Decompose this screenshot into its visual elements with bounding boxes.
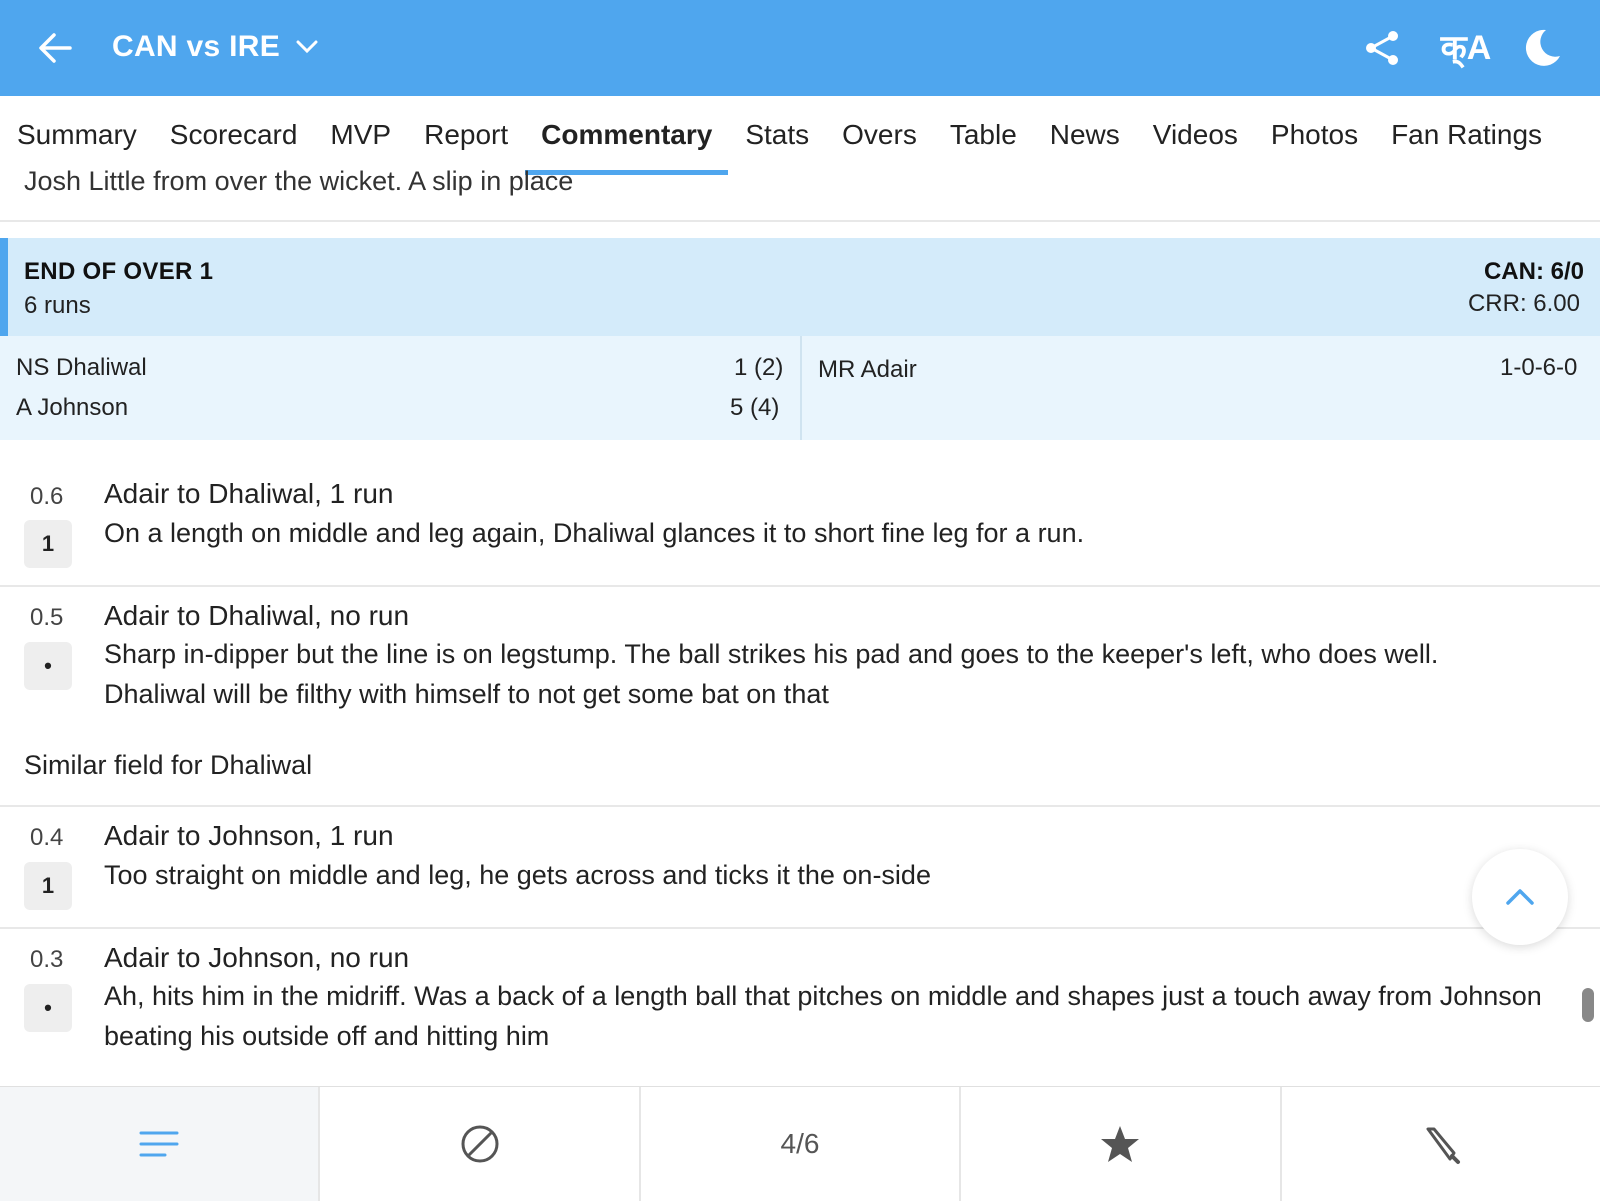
commentary-title: Adair to Dhaliwal, 1 run — [104, 478, 394, 509]
language-toggle-icon[interactable]: क्A — [1438, 22, 1494, 70]
star-icon — [1101, 1126, 1140, 1162]
scrollbar-thumb[interactable] — [1582, 988, 1594, 1022]
cricket-bat-icon — [1426, 1127, 1460, 1164]
commentary-text: Sharp in-dipper but the line is on legst… — [104, 639, 1439, 709]
ball-number: 0.6 — [30, 483, 64, 510]
cricket-ball-icon — [461, 1125, 499, 1163]
batter-name: NS Dhaliwal — [16, 354, 147, 381]
divider — [0, 585, 1600, 587]
top-app-bar: CAN vs IRE क्A — [0, 0, 1600, 96]
menu-lines-icon — [139, 1131, 179, 1157]
tab-commentary[interactable]: Commentary — [525, 119, 729, 175]
match-title: CAN vs IRE — [112, 30, 281, 63]
ball-result-badge: 1 — [24, 520, 72, 568]
chevron-down-icon — [296, 40, 318, 54]
divider — [0, 805, 1600, 807]
chevron-up-icon — [1506, 889, 1534, 905]
divider — [0, 927, 1600, 929]
ball-number: 0.5 — [30, 604, 64, 631]
commentary-text: Ah, hits him in the midriff. Was a back … — [104, 981, 1542, 1051]
batter-score: 5 (4) — [730, 394, 780, 421]
commentary-text: On a length on middle and leg again, Dha… — [104, 518, 1085, 548]
tab-stats[interactable]: Stats — [745, 119, 809, 151]
ball-result-badge: • — [24, 642, 72, 690]
tab-videos[interactable]: Videos — [1153, 119, 1238, 151]
match-tabs: Summary Scorecard MVP Report Commentary … — [0, 96, 1600, 175]
tab-fan-ratings[interactable]: Fan Ratings — [1391, 119, 1542, 151]
commentary-text: Too straight on middle and leg, he gets … — [104, 860, 931, 890]
ball-number: 0.3 — [30, 946, 64, 973]
ball-result-badge: 1 — [24, 862, 72, 910]
share-icon[interactable] — [1358, 24, 1406, 72]
tab-summary[interactable]: Summary — [17, 119, 137, 151]
tab-scorecard[interactable]: Scorecard — [170, 119, 298, 151]
page-count[interactable]: 4/6 — [641, 1087, 962, 1201]
bottom-toolbar: 4/6 — [0, 1086, 1600, 1201]
tab-report[interactable]: Report — [424, 119, 508, 151]
bowler-name: MR Adair — [818, 356, 917, 383]
tab-photos[interactable]: Photos — [1271, 119, 1358, 151]
field-note: Similar field for Dhaliwal — [24, 750, 313, 780]
scroll-to-top-button[interactable] — [1472, 849, 1568, 945]
ball-filter-button[interactable] — [320, 1087, 641, 1201]
match-selector[interactable]: CAN vs IRE — [112, 30, 318, 64]
ball-number: 0.4 — [30, 824, 64, 851]
batting-filter-button[interactable] — [1282, 1087, 1600, 1201]
commentary-title: Adair to Johnson, no run — [104, 942, 410, 973]
favorite-button[interactable] — [961, 1087, 1282, 1201]
over-heading: END OF OVER 1 — [24, 258, 214, 285]
dark-mode-moon-icon[interactable] — [1518, 24, 1566, 72]
tab-news[interactable]: News — [1050, 119, 1120, 151]
team-score: CAN: 6/0 — [1483, 258, 1584, 285]
divider — [0, 220, 1600, 222]
over-runs: 6 runs — [24, 292, 91, 319]
commentary-title: Adair to Johnson, 1 run — [104, 820, 394, 851]
page-counter: 4/6 — [780, 1128, 820, 1159]
commentary-list-button[interactable] — [0, 1087, 321, 1201]
tab-mvp[interactable]: MVP — [330, 119, 391, 151]
commentary-title: Adair to Dhaliwal, no run — [104, 600, 410, 631]
over-players-summary: NS Dhaliwal 1 (2) A Johnson 5 (4) MR Ada… — [0, 336, 1600, 440]
divider — [800, 336, 802, 440]
batter-score: 1 (2) — [734, 354, 784, 381]
batter-name: A Johnson — [16, 394, 129, 421]
bowler-figures: 1-0-6-0 — [1500, 354, 1578, 381]
tab-overs[interactable]: Overs — [842, 119, 917, 151]
commentary-note: Josh Little from over the wicket. A slip… — [24, 166, 574, 196]
current-run-rate: CRR: 6.00 — [1467, 290, 1580, 317]
ball-result-badge: • — [24, 984, 72, 1032]
end-of-over-summary: END OF OVER 1 6 runs CAN: 6/0 CRR: 6.00 — [0, 238, 1600, 336]
back-arrow-icon[interactable] — [34, 26, 78, 70]
tab-table[interactable]: Table — [950, 119, 1017, 151]
